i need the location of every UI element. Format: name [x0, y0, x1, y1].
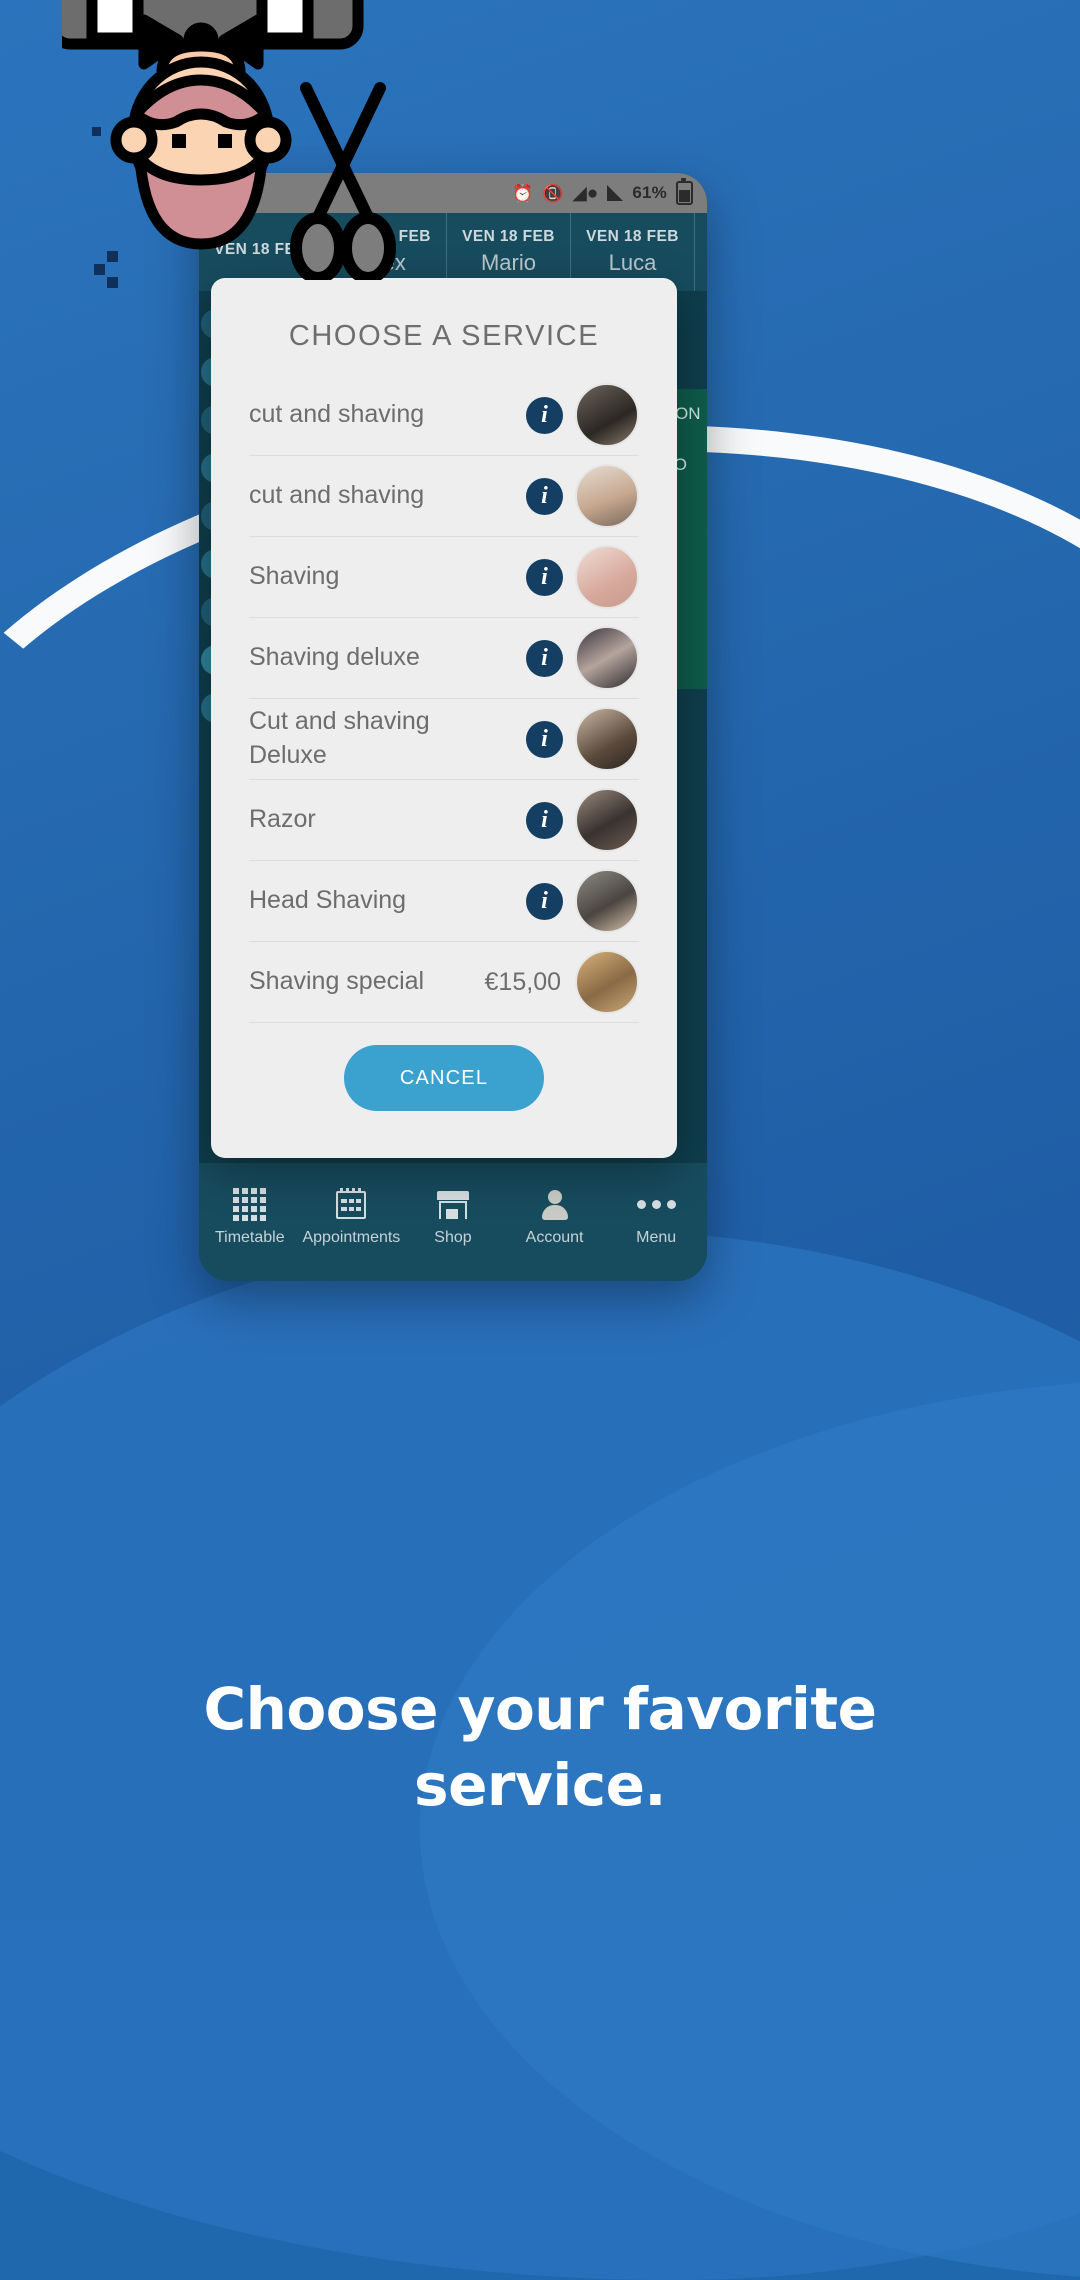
service-price: €15,00	[484, 967, 561, 996]
service-name: cut and shaving	[249, 400, 425, 429]
service-name: Head Shaving	[249, 886, 407, 915]
day-tab-name: Luca	[608, 250, 657, 275]
info-icon[interactable]: i	[526, 396, 563, 434]
info-icon[interactable]: i	[526, 720, 563, 758]
nav-item-menu[interactable]: Menu	[606, 1188, 706, 1247]
service-row[interactable]: Shaving special €15,00	[249, 942, 639, 1023]
info-icon[interactable]: i	[526, 882, 563, 920]
service-row[interactable]: cut and shaving i	[249, 375, 639, 456]
service-thumbnail[interactable]	[575, 869, 639, 933]
nav-item-label: Menu	[636, 1228, 677, 1246]
nav-item-appointments[interactable]: Appointments	[301, 1187, 401, 1247]
vibrate-icon: 📵	[542, 183, 564, 203]
nav-item-label: Shop	[434, 1228, 472, 1246]
day-tab-date: VEN 18 FEB	[462, 228, 555, 245]
wifi-icon: ◢●	[572, 182, 599, 204]
person-icon	[541, 1188, 568, 1222]
dialog-actions: CANCEL	[211, 1023, 677, 1111]
service-thumbnail[interactable]	[575, 788, 639, 852]
cancel-button[interactable]: CANCEL	[344, 1045, 544, 1111]
service-name: Cut and shaving Deluxe	[249, 707, 430, 769]
service-row[interactable]: Shaving i	[249, 537, 639, 618]
ellipsis-icon	[636, 1188, 676, 1222]
service-thumbnail[interactable]	[575, 383, 639, 447]
service-thumbnail[interactable]	[575, 464, 639, 528]
nav-item-label: Appointments	[302, 1228, 401, 1246]
service-row[interactable]: Shaving deluxe i	[249, 618, 639, 699]
battery-percent-label: 61%	[632, 183, 667, 202]
service-row[interactable]: Razor i	[249, 780, 639, 861]
service-name: cut and shaving	[249, 481, 425, 510]
calendar-icon	[336, 1187, 367, 1222]
service-row[interactable]: Cut and shaving Deluxe i	[249, 699, 639, 780]
grid-icon	[233, 1188, 267, 1222]
day-tab-4[interactable]: VEN 18 FEB Cristia	[695, 213, 707, 291]
caption-line-1: Choose your favorite	[203, 1674, 877, 1743]
dialog-title: CHOOSE A SERVICE	[288, 320, 600, 352]
info-icon[interactable]: i	[526, 801, 563, 839]
service-list: cut and shaving i cut and shaving i Shav…	[211, 375, 677, 1023]
info-icon[interactable]: i	[526, 639, 563, 677]
nav-item-label: Account	[525, 1228, 584, 1246]
alarm-clock-icon: ⏰	[511, 183, 534, 203]
day-tab-name: Mario	[480, 250, 536, 275]
nav-item-shop[interactable]: Shop	[403, 1188, 503, 1247]
phone-mockup: ⏰ 📵 ◢● 61% VEN 18 FEB VEN 18 FEB Alex VE…	[199, 173, 707, 1281]
storefront-icon	[436, 1188, 469, 1222]
cell-signal-icon	[607, 185, 624, 201]
battery-icon	[676, 178, 693, 205]
service-name: Razor	[249, 805, 316, 834]
service-thumbnail[interactable]	[575, 626, 639, 690]
promo-caption: Choose your favorite service.	[0, 1671, 1080, 1824]
scissors-icon	[290, 82, 396, 280]
service-thumbnail[interactable]	[575, 545, 639, 609]
service-row[interactable]: cut and shaving i	[249, 456, 639, 537]
service-name: Shaving	[249, 562, 340, 591]
day-tab-date: VEN 18 FEB	[586, 228, 679, 245]
nav-item-label: Timetable	[214, 1228, 285, 1246]
service-thumbnail[interactable]	[575, 950, 639, 1014]
service-row[interactable]: Head Shaving i	[249, 861, 639, 942]
caption-line-2: service.	[414, 1751, 666, 1820]
service-name: Shaving special	[249, 967, 425, 996]
info-icon[interactable]: i	[526, 558, 563, 596]
choose-service-dialog[interactable]: CHOOSE A SERVICE cut and shaving i cut a…	[211, 278, 677, 1158]
service-thumbnail[interactable]	[575, 707, 639, 771]
bottom-navigation[interactable]: Timetable Appointments Shop Account Menu	[199, 1163, 707, 1281]
nav-item-account[interactable]: Account	[505, 1188, 605, 1247]
service-name: Shaving deluxe	[249, 643, 420, 672]
nav-item-timetable[interactable]: Timetable	[200, 1188, 300, 1247]
info-icon[interactable]: i	[526, 477, 563, 515]
